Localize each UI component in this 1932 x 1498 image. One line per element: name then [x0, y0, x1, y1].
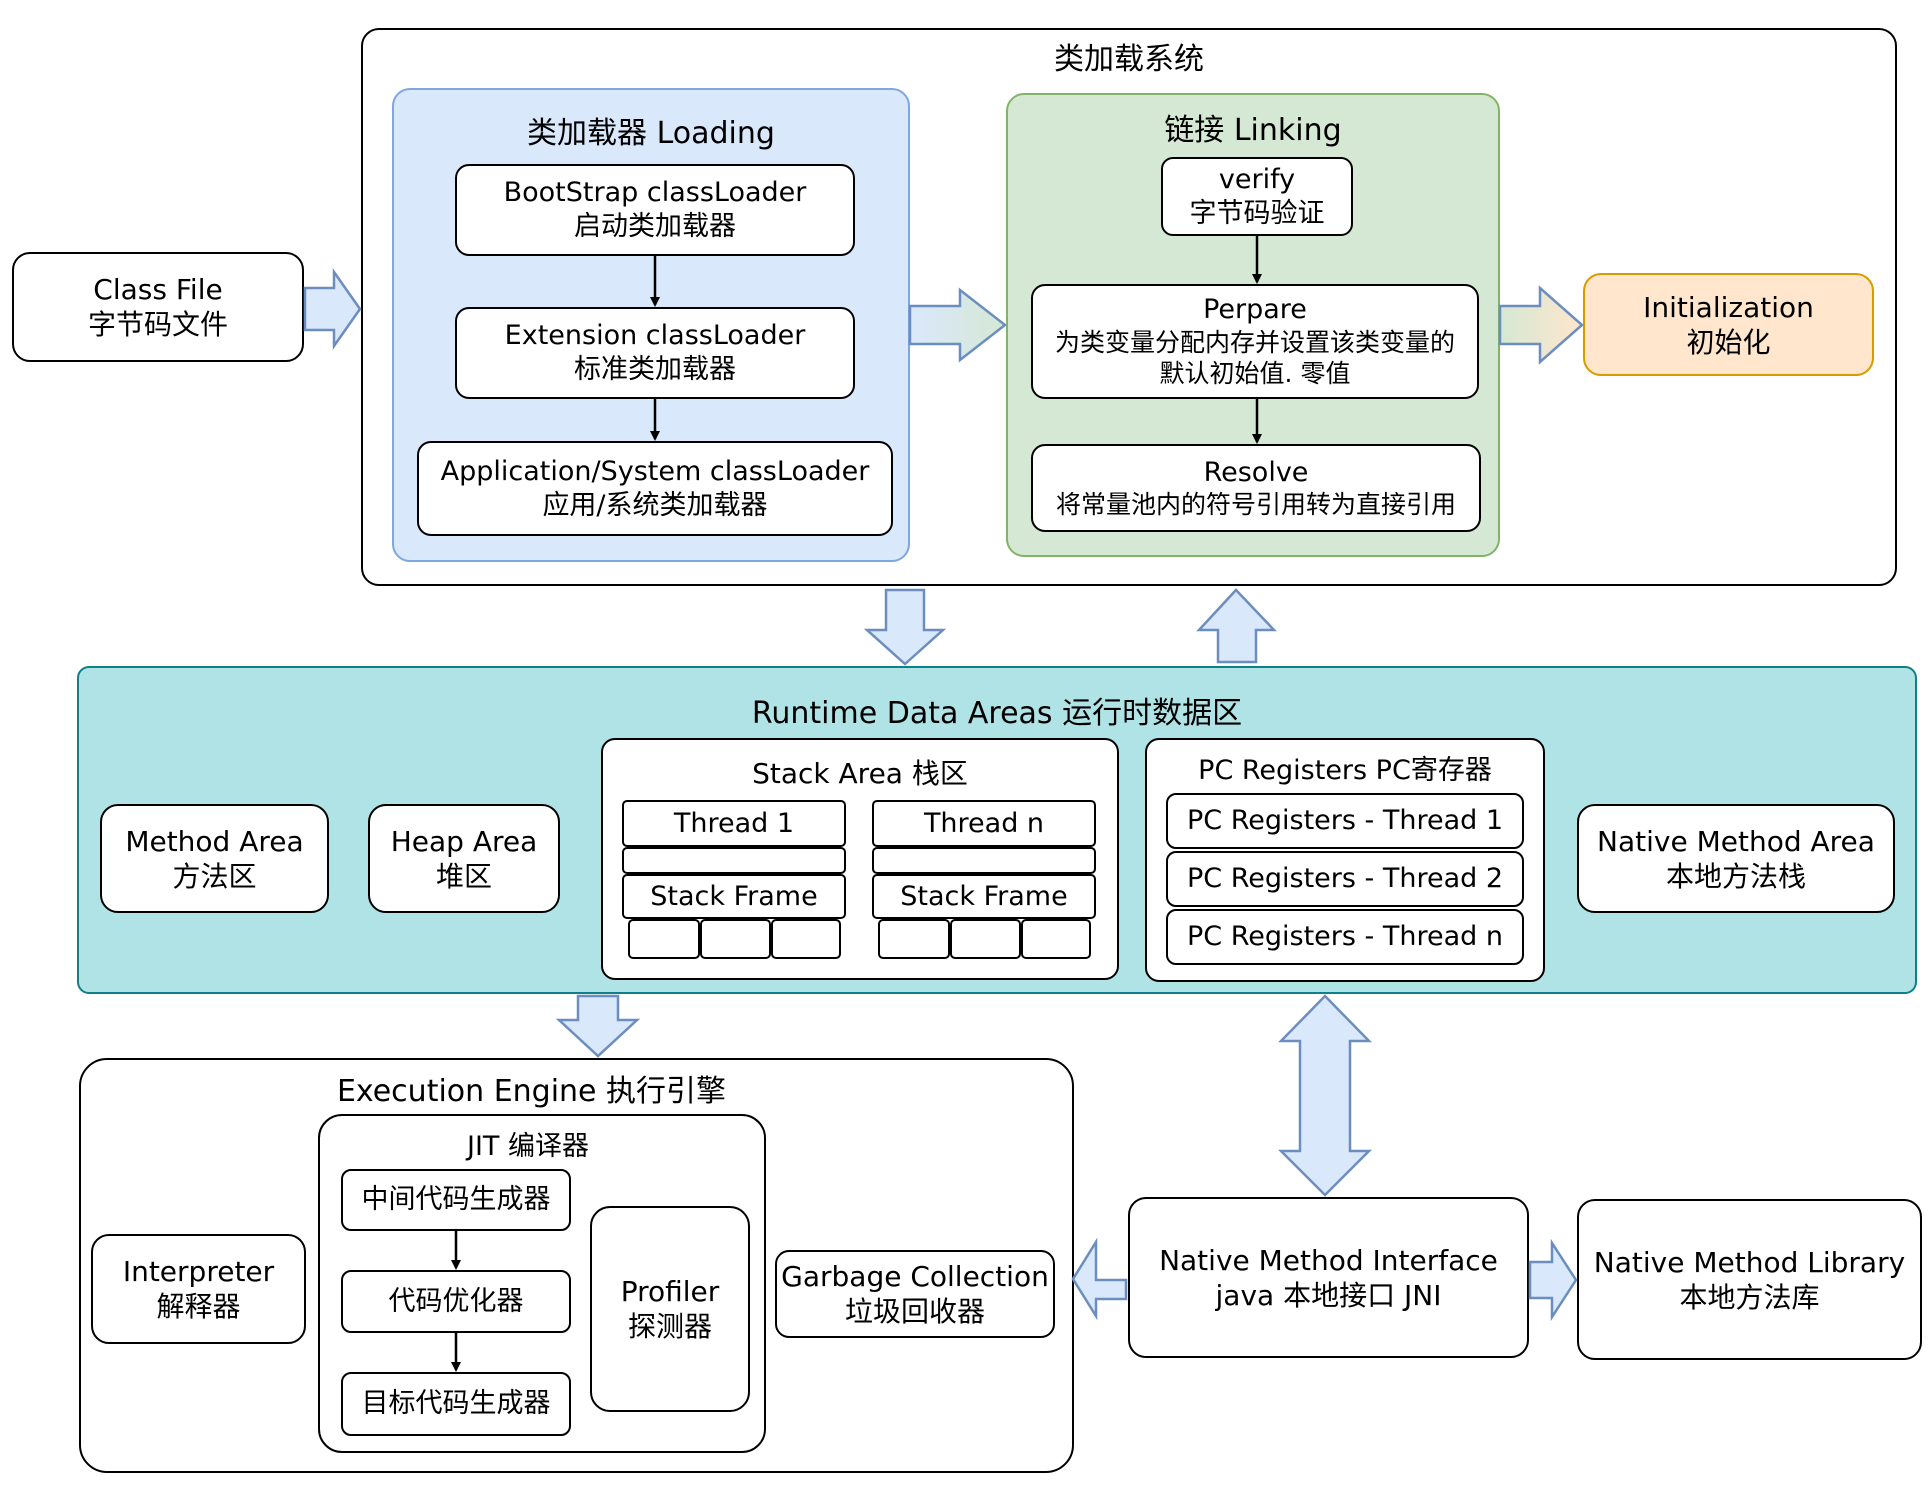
native-method-area-box: Native Method Area 本地方法栈: [1577, 804, 1895, 913]
pc-registers-title: PC Registers PC寄存器: [1198, 755, 1492, 786]
heap-area-label: Heap Area: [390, 824, 538, 858]
prepare-desc-line2: 默认初始值. 零值: [1159, 359, 1351, 389]
resolve-desc: 将常量池内的符号引用转为直接引用: [1055, 490, 1456, 520]
thread-1-header: Thread 1: [622, 800, 846, 847]
interpreter-sublabel: 解释器: [156, 1290, 241, 1323]
extension-classloader: Extension classLoader 标准类加载器: [455, 307, 855, 399]
extension-sublabel: 标准类加载器: [574, 354, 736, 385]
jit-step-optimizer: 代码优化器: [341, 1270, 571, 1333]
bootstrap-classloader: BootStrap classLoader 启动类加载器: [455, 164, 855, 256]
gc-label: Garbage Collection: [781, 1260, 1049, 1293]
arrow-native-interface-to-gc: [1071, 1237, 1128, 1321]
heap-area-sublabel: 堆区: [435, 859, 492, 893]
garbage-collection-box: Garbage Collection 垃圾回收器: [775, 1250, 1055, 1338]
thread-1-slot: [700, 919, 771, 959]
jit-step-label: 代码优化器: [388, 1285, 524, 1317]
thread-1-spacer: [622, 847, 846, 874]
class-loading-system-title: 类加载系统: [1054, 42, 1204, 77]
linking-title: 链接 Linking: [1164, 113, 1342, 148]
thread-n-slot: [878, 919, 950, 959]
initialization-sublabel: 初始化: [1686, 325, 1771, 359]
pc-register-label: PC Registers - Thread 1: [1186, 805, 1504, 837]
class-file-label: Class File: [93, 273, 223, 306]
resolve-label: Resolve: [1203, 456, 1309, 488]
jit-title: JIT 编译器: [466, 1131, 589, 1162]
pc-register-thread-2: PC Registers - Thread 2: [1166, 851, 1524, 907]
class-file-box: Class File 字节码文件: [12, 252, 304, 362]
application-label: Application/System classLoader: [440, 455, 870, 487]
method-area-box: Method Area 方法区: [100, 804, 329, 913]
arrow-runtime-to-execution: [555, 994, 641, 1058]
thread-1-slot: [628, 919, 700, 959]
thread-n-stack-frame: Stack Frame: [872, 874, 1096, 919]
thread-1-slot: [771, 919, 841, 959]
prepare-label: Perpare: [1203, 294, 1307, 326]
pc-register-label: PC Registers - Thread 2: [1186, 863, 1504, 895]
native-library-sublabel: 本地方法库: [1679, 1280, 1820, 1314]
execution-engine-title: Execution Engine 执行引擎: [336, 1074, 727, 1109]
verify-box: verify 字节码验证: [1161, 157, 1353, 236]
loading-title: 类加载器 Loading: [527, 116, 775, 151]
verify-sublabel: 字节码验证: [1189, 197, 1325, 229]
arrow-runtime-native-interface-bidirectional: [1277, 994, 1373, 1197]
pc-register-label: PC Registers - Thread n: [1187, 921, 1503, 953]
native-method-area-label: Native Method Area: [1597, 824, 1875, 858]
arrow-runtime-to-linking: [1196, 588, 1277, 664]
arrow-native-interface-to-library: [1528, 1238, 1578, 1322]
initialization-label: Initialization: [1643, 290, 1814, 324]
thread-n-spacer: [872, 847, 1096, 874]
heap-area-box: Heap Area 堆区: [368, 804, 560, 913]
class-file-sublabel: 字节码文件: [87, 308, 228, 341]
runtime-title: Runtime Data Areas 运行时数据区: [751, 696, 1243, 731]
native-method-area-sublabel: 本地方法栈: [1665, 859, 1806, 893]
native-interface-label: Native Method Interface: [1159, 1243, 1498, 1277]
extension-label: Extension classLoader: [504, 320, 806, 352]
method-area-label: Method Area: [125, 824, 304, 858]
prepare-box: Perpare 为类变量分配内存并设置该类变量的 默认初始值. 零值: [1031, 284, 1479, 399]
pc-register-thread-n: PC Registers - Thread n: [1166, 909, 1524, 965]
thread-n-label: Thread n: [923, 807, 1045, 839]
interpreter-box: Interpreter 解释器: [91, 1234, 306, 1344]
application-classloader: Application/System classLoader 应用/系统类加载器: [417, 441, 893, 536]
thread-n-stack-frame-label: Stack Frame: [900, 880, 1068, 912]
gc-sublabel: 垃圾回收器: [844, 1295, 985, 1328]
thread-1-label: Thread 1: [673, 807, 795, 839]
jit-step-label: 中间代码生成器: [361, 1184, 551, 1216]
resolve-box: Resolve 将常量池内的符号引用转为直接引用: [1031, 444, 1481, 532]
thread-n-slot: [950, 919, 1021, 959]
thread-1-stack-frame-label: Stack Frame: [650, 880, 818, 912]
profiler-label: Profiler: [620, 1275, 720, 1308]
arrow-loading-to-runtime: [863, 588, 947, 666]
native-library-label: Native Method Library: [1593, 1245, 1906, 1279]
native-method-interface-box: Native Method Interface java 本地接口 JNI: [1128, 1197, 1529, 1358]
method-area-sublabel: 方法区: [172, 859, 257, 893]
initialization-box: Initialization 初始化: [1583, 273, 1874, 376]
native-interface-sublabel: java 本地接口 JNI: [1215, 1278, 1442, 1312]
thread-n-header: Thread n: [872, 800, 1096, 847]
verify-label: verify: [1218, 163, 1296, 195]
thread-1-stack-frame: Stack Frame: [622, 874, 846, 919]
profiler-box: Profiler 探测器: [590, 1206, 750, 1412]
pc-register-thread-1: PC Registers - Thread 1: [1166, 793, 1524, 849]
arrow-classfile-to-loading: [303, 268, 362, 350]
application-sublabel: 应用/系统类加载器: [542, 489, 768, 521]
prepare-desc-line1: 为类变量分配内存并设置该类变量的: [1054, 328, 1455, 358]
jit-step-target-generator: 目标代码生成器: [341, 1372, 571, 1436]
interpreter-label: Interpreter: [122, 1255, 275, 1288]
jit-step-label: 目标代码生成器: [361, 1388, 551, 1420]
jit-step-ir-generator: 中间代码生成器: [341, 1169, 571, 1231]
bootstrap-sublabel: 启动类加载器: [574, 211, 736, 242]
profiler-sublabel: 探测器: [627, 1310, 712, 1343]
thread-n-slot: [1021, 919, 1091, 959]
stack-area-title: Stack Area 栈区: [752, 757, 968, 790]
native-method-library-box: Native Method Library 本地方法库: [1577, 1199, 1922, 1360]
bootstrap-label: BootStrap classLoader: [503, 177, 807, 209]
